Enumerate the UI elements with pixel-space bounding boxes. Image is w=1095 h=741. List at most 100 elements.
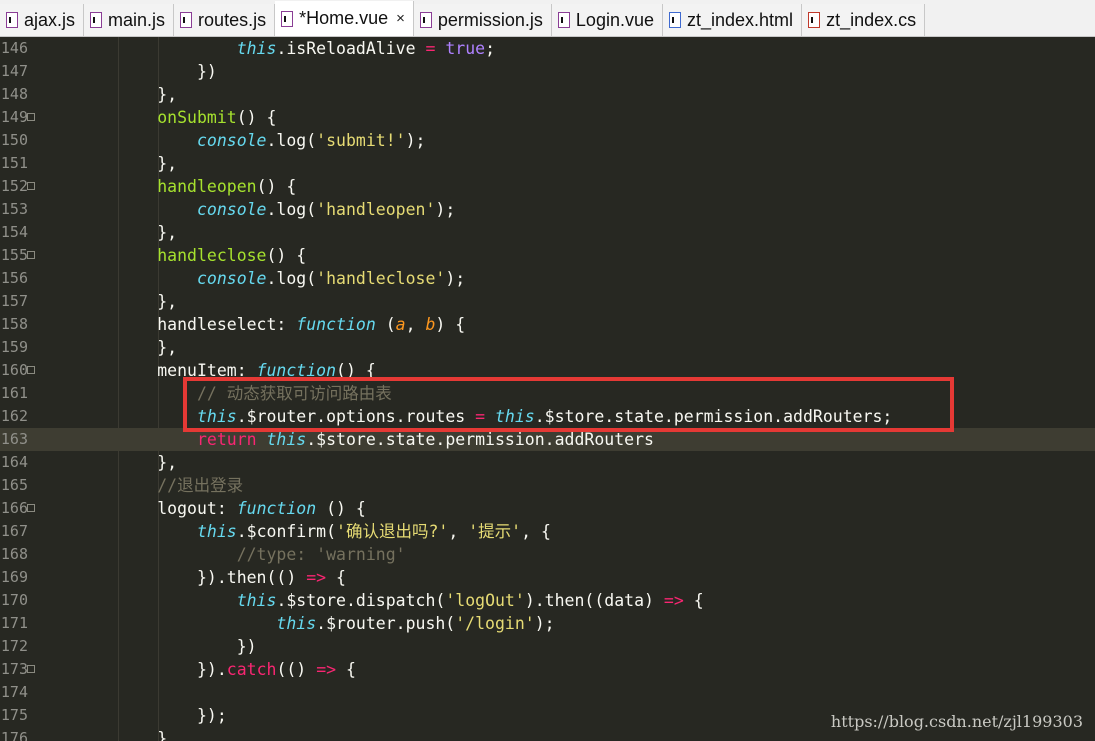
code-text: this.isReloadAlive = true; [38, 37, 495, 60]
code-token: (() [276, 660, 317, 679]
code-line[interactable]: 151 }, [0, 152, 1095, 175]
code-line[interactable]: 159 }, [0, 336, 1095, 359]
js-file-icon [180, 12, 193, 28]
line-number: 174 [0, 683, 28, 701]
code-token: logout: [157, 499, 237, 518]
tab-ajax-js[interactable]: ajax.js [0, 4, 85, 36]
code-text: }, [38, 221, 177, 244]
fold-toggle-icon[interactable] [27, 113, 35, 121]
code-token: function [296, 315, 376, 334]
code-token: => [316, 660, 337, 679]
line-number: 170 [0, 591, 28, 609]
line-number: 154 [0, 223, 28, 241]
code-line[interactable]: 148 }, [0, 83, 1095, 106]
code-token: = [425, 39, 436, 58]
code-token: .log( [266, 269, 317, 288]
code-token: () { [316, 499, 366, 518]
line-number: 152 [0, 177, 28, 195]
code-line[interactable]: 155 handleclose() { [0, 244, 1095, 267]
line-number: 169 [0, 568, 28, 586]
code-line[interactable]: 156 console.log('handleclose'); [0, 267, 1095, 290]
code-line[interactable]: 173 }).catch(() => { [0, 658, 1095, 681]
tab-login-vue[interactable]: Login.vue [551, 4, 663, 36]
code-line[interactable]: 153 console.log('handleopen'); [0, 198, 1095, 221]
code-token: ); [445, 269, 466, 288]
code-text: }) [38, 60, 217, 83]
line-number: 162 [0, 407, 28, 425]
code-line[interactable]: 154 }, [0, 221, 1095, 244]
code-line[interactable]: 149 onSubmit() { [0, 106, 1095, 129]
code-line[interactable]: 171 this.$router.push('/login'); [0, 612, 1095, 635]
line-number: 146 [0, 39, 28, 57]
line-number: 147 [0, 62, 28, 80]
code-text: handleopen() { [38, 175, 296, 198]
code-line[interactable]: 168 //type: 'warning' [0, 543, 1095, 566]
code-token: .$store.dispatch( [276, 591, 446, 610]
code-token: '提示' [468, 522, 522, 541]
editor-tab-bar: ajax.js main.js routes.js *Home.vue × permiss… [0, 0, 1095, 37]
code-token: , [405, 315, 426, 334]
code-token: }, [157, 453, 178, 472]
js-file-icon [419, 12, 432, 28]
line-number: 160 [0, 361, 28, 379]
code-token: { [683, 591, 704, 610]
code-token: () { [266, 246, 307, 265]
fold-toggle-icon[interactable] [27, 366, 35, 374]
line-number: 149 [0, 108, 28, 126]
tab-label: Login.vue [575, 9, 654, 30]
code-token: }) [236, 637, 257, 656]
code-line[interactable]: 167 this.$confirm('确认退出吗?', '提示', { [0, 520, 1095, 543]
code-token: () { [256, 177, 297, 196]
code-text: }, [38, 290, 177, 313]
code-token: true [445, 39, 486, 58]
code-line[interactable]: 172 }) [0, 635, 1095, 658]
tab-label: routes.js [198, 9, 267, 30]
code-token: ).then((data) [524, 591, 664, 610]
code-token: handleselect: [157, 315, 297, 334]
line-number: 155 [0, 246, 28, 264]
code-line[interactable]: 165 //退出登录 [0, 474, 1095, 497]
line-number: 166 [0, 499, 28, 517]
html-file-icon [669, 12, 681, 28]
code-token: .$router.push( [316, 614, 456, 633]
code-line[interactable]: 152 handleopen() { [0, 175, 1095, 198]
code-token: 'handleclose' [316, 269, 446, 288]
fold-toggle-icon[interactable] [27, 182, 35, 190]
fold-toggle-icon[interactable] [27, 504, 35, 512]
code-line[interactable]: 170 this.$store.dispatch('logOut').then(… [0, 589, 1095, 612]
code-token: '确认退出吗?' [336, 522, 449, 541]
line-number: 168 [0, 545, 28, 563]
code-token: => [306, 568, 327, 587]
line-number: 164 [0, 453, 28, 471]
code-line[interactable]: 157 }, [0, 290, 1095, 313]
code-line[interactable]: 147 }) [0, 60, 1095, 83]
line-number: 151 [0, 154, 28, 172]
code-token: '/login' [455, 614, 535, 633]
code-token: , [448, 522, 469, 541]
tab-routes-js[interactable]: routes.js [174, 4, 276, 36]
code-token: }, [157, 85, 178, 104]
code-token: this [236, 591, 277, 610]
code-line[interactable]: 164 }, [0, 451, 1095, 474]
code-line[interactable]: 169 }).then(() => { [0, 566, 1095, 589]
fold-toggle-icon[interactable] [27, 251, 35, 259]
css-file-icon [808, 12, 821, 28]
code-token: b [425, 315, 436, 334]
close-icon[interactable]: × [396, 10, 405, 27]
code-line[interactable]: 174 [0, 681, 1095, 704]
tab-permission-js[interactable]: permission.js [413, 4, 552, 36]
tab-zt-index-html[interactable]: zt_index.html [663, 4, 803, 36]
tab-zt-index-cs[interactable]: zt_index.cs [802, 4, 926, 36]
code-text: }) [38, 635, 257, 658]
code-text: }, [38, 83, 177, 106]
fold-toggle-icon[interactable] [27, 665, 35, 673]
tab-home-vue[interactable]: *Home.vue × [275, 1, 414, 36]
code-text: console.log('handleclose'); [38, 267, 465, 290]
tab-main-js[interactable]: main.js [84, 4, 175, 36]
code-token: .$confirm( [236, 522, 337, 541]
code-line[interactable]: 146 this.isReloadAlive = true; [0, 37, 1095, 60]
line-number: 153 [0, 200, 28, 218]
code-line[interactable]: 166 logout: function () { [0, 497, 1095, 520]
code-line[interactable]: 150 console.log('submit!'); [0, 129, 1095, 152]
code-line[interactable]: 158 handleselect: function (a, b) { [0, 313, 1095, 336]
